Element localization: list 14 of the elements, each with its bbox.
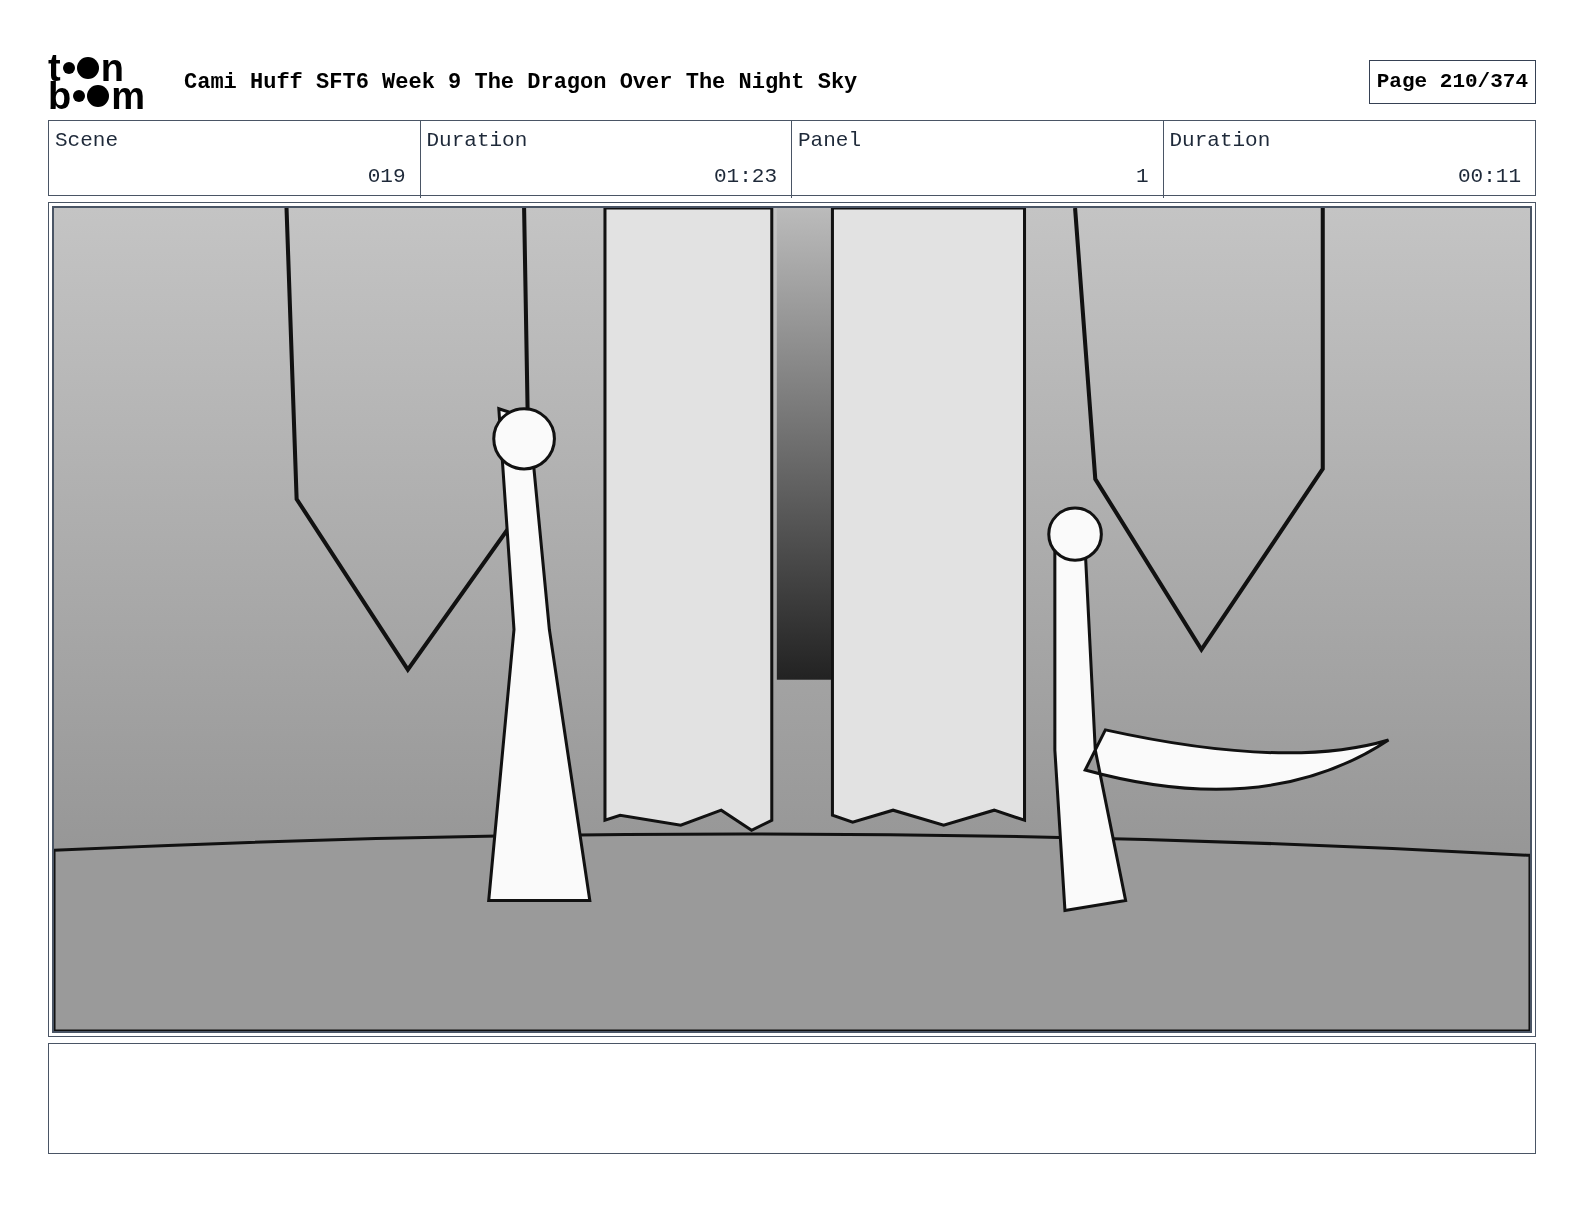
logo-letter: m xyxy=(111,82,145,110)
field-value: 019 xyxy=(367,163,406,190)
field-label: Scene xyxy=(55,128,119,154)
field-label: Duration xyxy=(1169,128,1272,154)
field-label: Panel xyxy=(798,128,862,154)
logo-letter: n xyxy=(100,54,124,82)
field-label: Duration xyxy=(426,128,529,154)
logo-letter: b xyxy=(48,82,72,110)
field-value: 00:11 xyxy=(1458,163,1521,190)
page-number: Page 210/374 xyxy=(1368,60,1536,104)
logo-letter: t xyxy=(48,54,61,82)
document-title: Cami Huff SFT6 Week 9 The Dragon Over The Night Sky xyxy=(184,68,859,97)
field-value: 1 xyxy=(1135,163,1149,190)
field-value: 01:23 xyxy=(714,163,777,190)
